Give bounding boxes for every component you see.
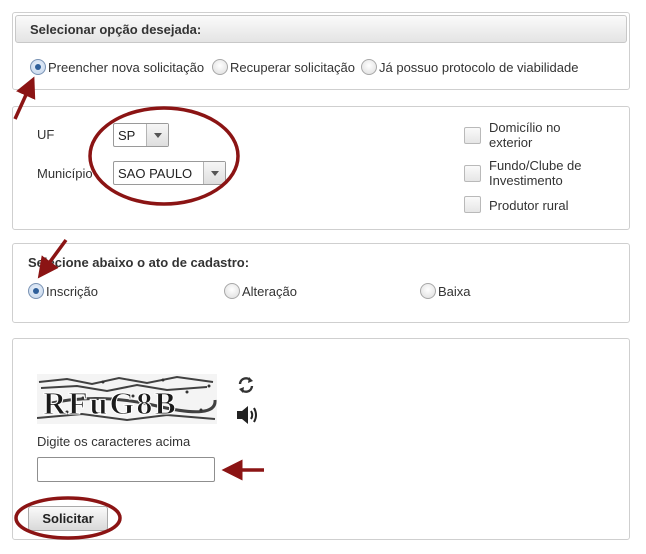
chevron-down-icon[interactable] (203, 162, 225, 184)
radio-checked-indicator[interactable] (30, 59, 46, 75)
cadastro-header: Selecione abaixo o ato de cadastro: (28, 255, 250, 270)
checkbox-fundo-investimento[interactable]: Fundo/Clube de Investimento (464, 158, 614, 188)
speaker-icon[interactable] (235, 404, 259, 426)
checkbox-label: Fundo/Clube de Investimento (489, 158, 582, 188)
captcha-image: RFuG8B (37, 374, 217, 424)
checkbox-label: Produtor rural (489, 198, 569, 213)
uf-label: UF (37, 127, 55, 142)
municipio-label: Município (37, 166, 93, 181)
municipio-select[interactable]: SAO PAULO (113, 161, 226, 185)
checkbox-label: Domicílio no exterior (489, 120, 561, 150)
checkbox-box[interactable] (464, 196, 481, 213)
radio-label: Alteração (242, 283, 297, 299)
captcha-instruction: Digite os caracteres acima (37, 434, 191, 449)
option-panel-header: Selecionar opção desejada: (15, 15, 627, 43)
municipio-value: SAO PAULO (118, 165, 193, 181)
radio-baixa[interactable]: Baixa (420, 283, 471, 299)
solicitar-button[interactable]: Solicitar (28, 506, 108, 531)
refresh-icon[interactable] (236, 375, 256, 395)
radio-label: Já possuo protocolo de viabilidade (379, 59, 579, 75)
radio-checked-indicator[interactable] (28, 283, 44, 299)
captcha-input[interactable] (37, 457, 215, 482)
uf-value: SP (118, 127, 136, 143)
checkbox-box[interactable] (464, 127, 481, 144)
radio-alteracao[interactable]: Alteração (224, 283, 297, 299)
radio-indicator[interactable] (212, 59, 228, 75)
radio-label: Inscrição (46, 283, 99, 299)
checkbox-produtor-rural[interactable]: Produtor rural (464, 196, 614, 213)
radio-indicator[interactable] (224, 283, 240, 299)
radio-label: Baixa (438, 283, 471, 299)
radio-label: Preencher nova solicitação (48, 59, 205, 75)
radio-label: Recuperar solicitação (230, 59, 356, 75)
checkbox-box[interactable] (464, 165, 481, 182)
radio-nova-solicitacao[interactable]: Preencher nova solicitação (30, 59, 204, 75)
radio-indicator[interactable] (361, 59, 377, 75)
uf-select[interactable]: SP (113, 123, 169, 147)
radio-possuo-protocolo[interactable]: Já possuo protocolo de viabilidade (361, 59, 578, 75)
checkbox-domicilio-exterior[interactable]: Domicílio no exterior (464, 120, 594, 150)
radio-inscricao[interactable]: Inscrição (28, 283, 98, 299)
radio-recuperar-solicitacao[interactable]: Recuperar solicitação (212, 59, 355, 75)
chevron-down-icon[interactable] (146, 124, 168, 146)
radio-indicator[interactable] (420, 283, 436, 299)
captcha-text: RFuG8B (43, 385, 178, 421)
option-panel: Selecionar opção desejada: (12, 12, 630, 90)
